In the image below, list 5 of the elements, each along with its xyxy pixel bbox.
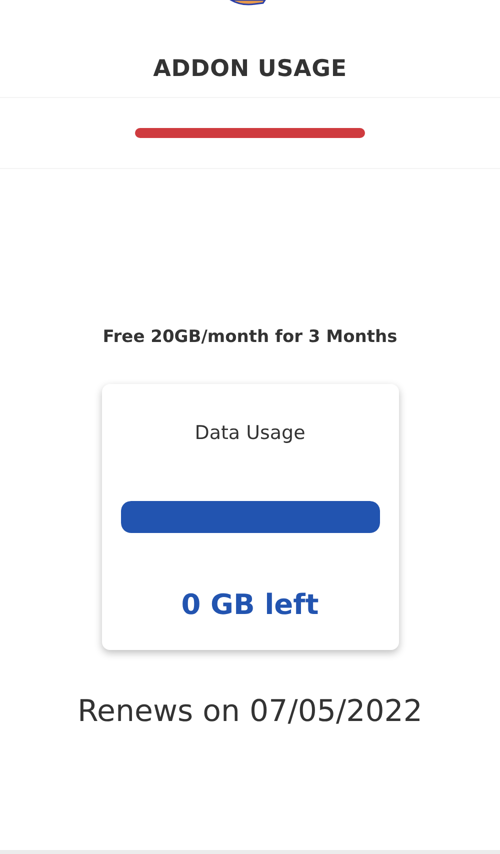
data-remaining: 0 GB left [181, 588, 319, 621]
card-label: Data Usage [194, 422, 306, 444]
page-title: ADDON USAGE [153, 56, 347, 82]
plan-name: Free 20GB/month for 3 Months [102, 327, 398, 347]
renewal-date: Renews on 07/05/2022 [78, 694, 422, 729]
